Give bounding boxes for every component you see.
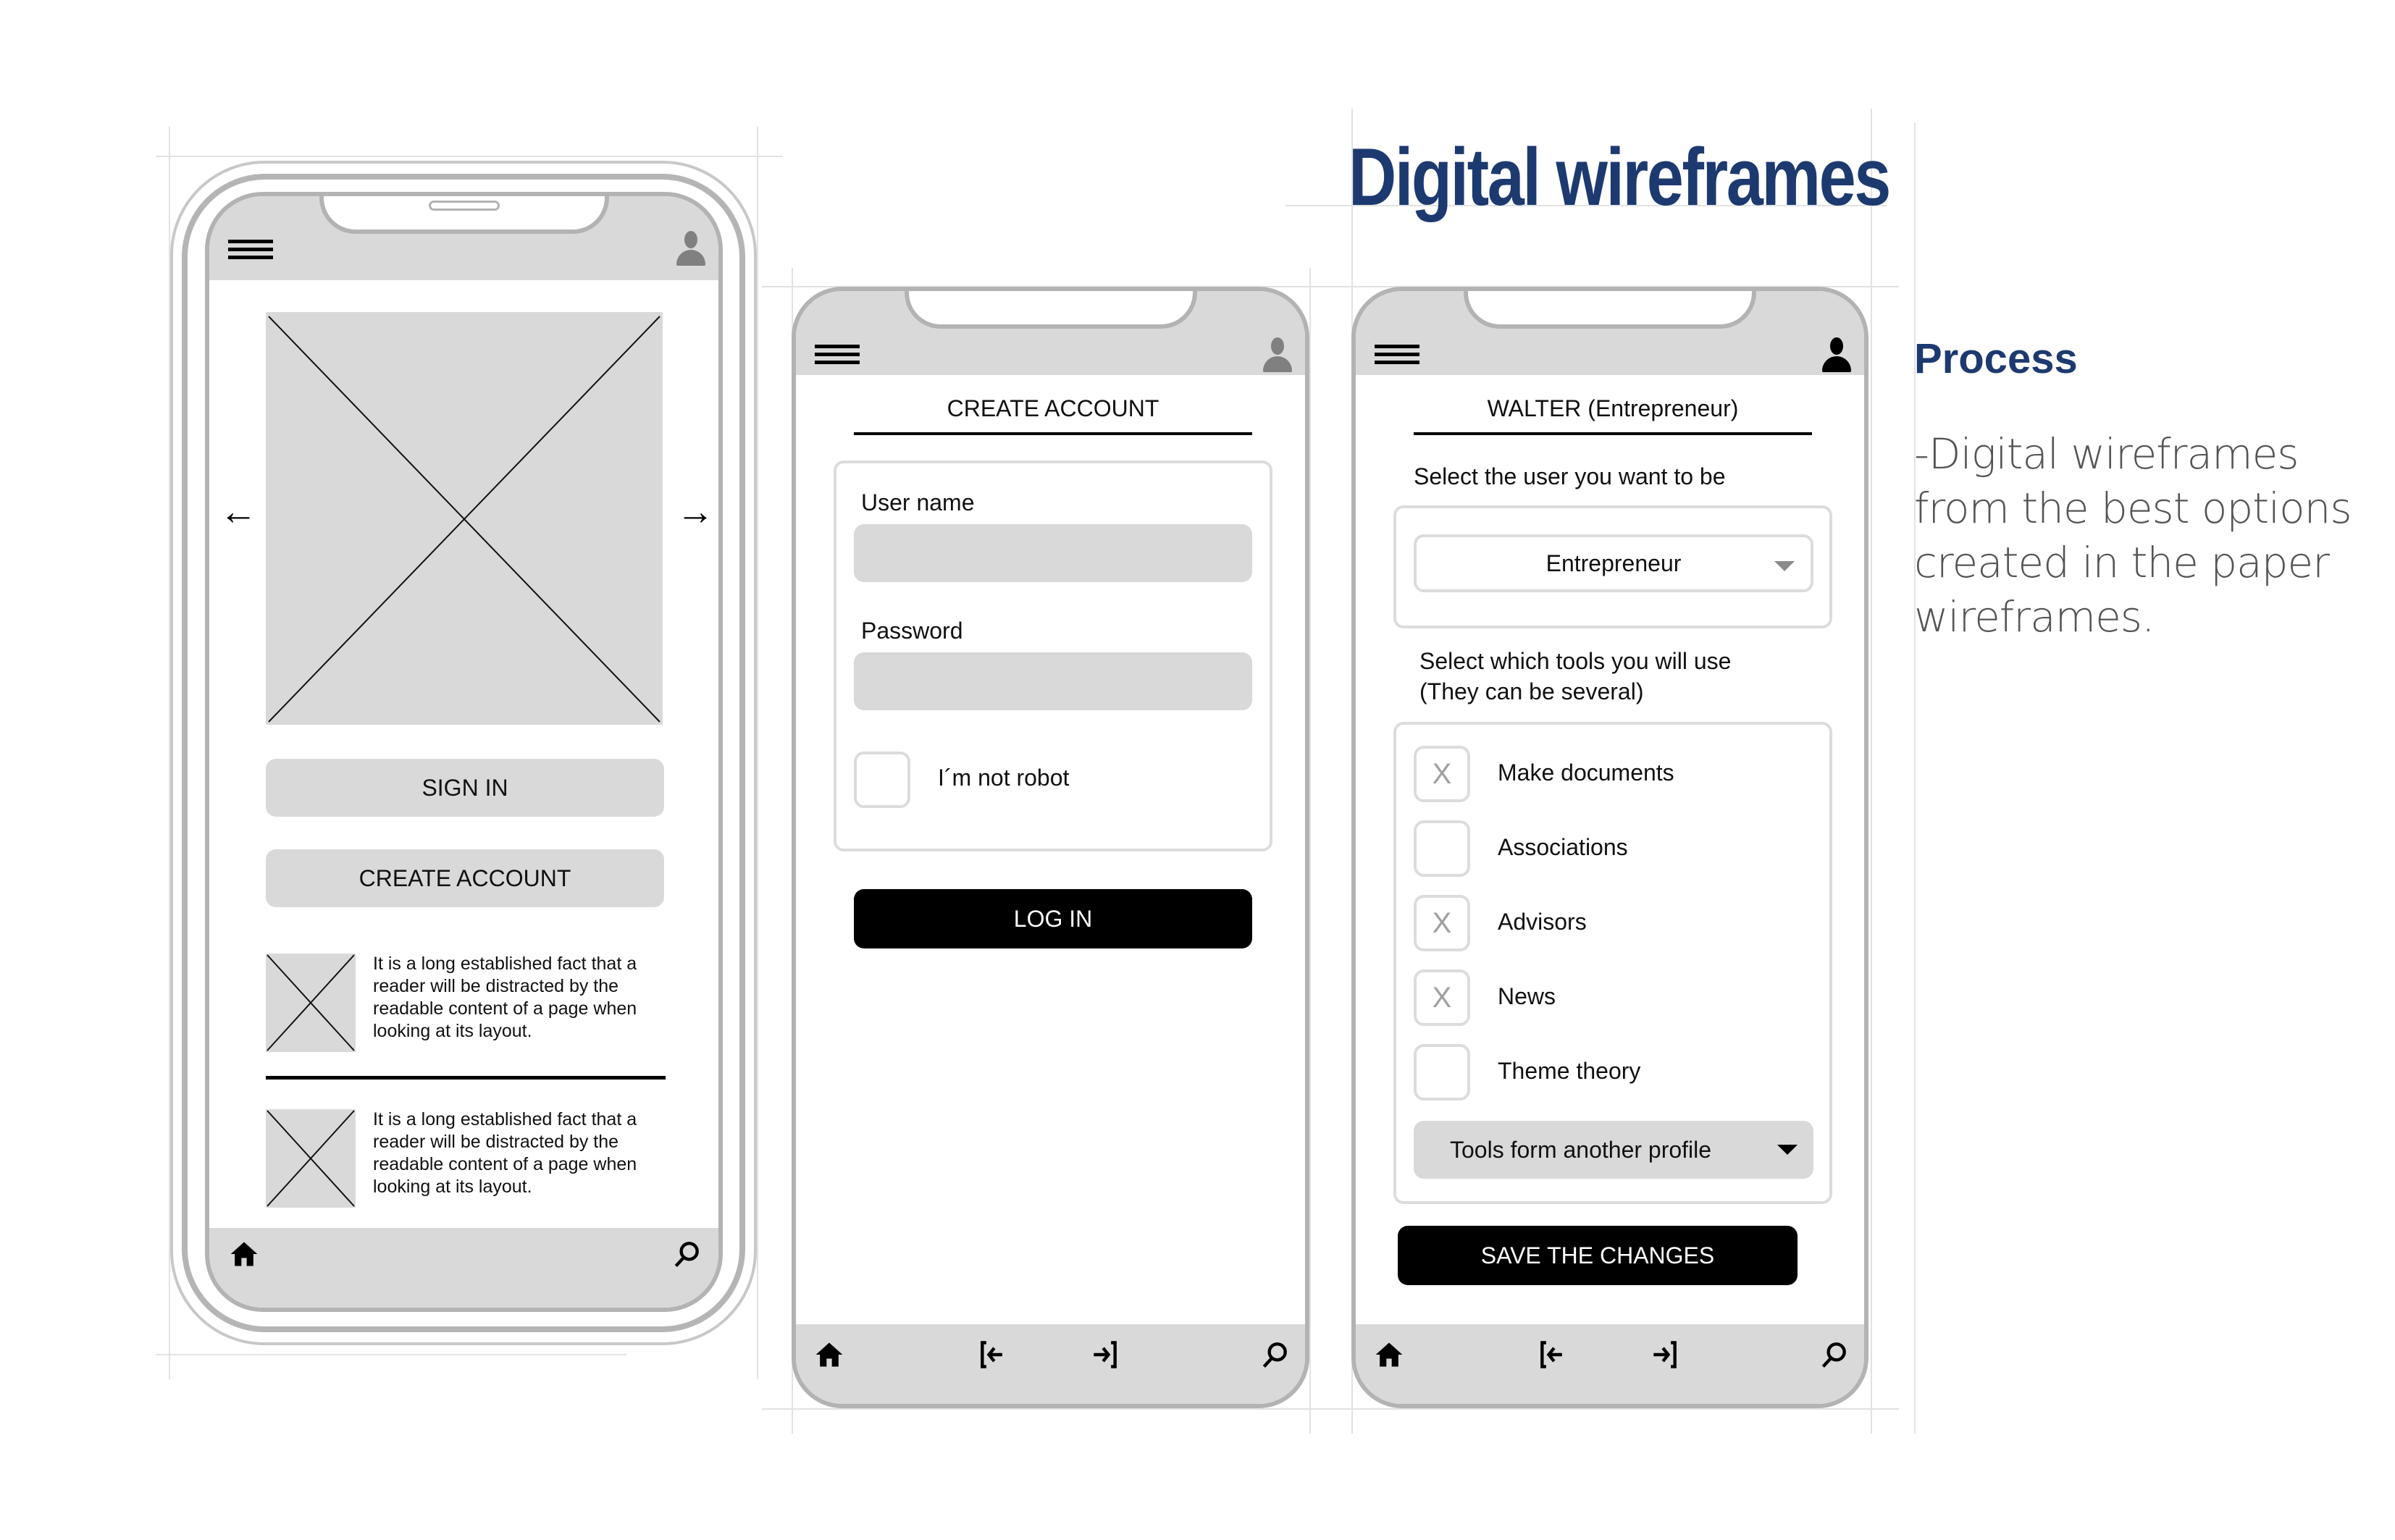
username-label: User name — [861, 489, 975, 516]
username-input[interactable] — [854, 524, 1252, 582]
bottom-bar — [796, 1324, 1305, 1404]
guide-line — [762, 1408, 1899, 1410]
top-bar — [209, 196, 718, 280]
tool-label: Advisors — [1498, 909, 1587, 935]
home-icon[interactable] — [813, 1339, 845, 1371]
top-bar — [1356, 291, 1864, 375]
arrow-right-icon[interactable]: → — [676, 493, 714, 531]
password-label: Password — [861, 618, 963, 644]
page-title: Digital wireframes — [1349, 132, 1891, 222]
other-profile-tools-label: Tools form another profile — [1450, 1136, 1712, 1163]
search-icon[interactable] — [1818, 1339, 1850, 1371]
tools-label-line2: (They can be several) — [1419, 678, 1644, 704]
user-type-select-value: Entrepreneur — [1545, 550, 1682, 576]
user-icon[interactable] — [676, 231, 705, 266]
phone2-screen: CREATE ACCOUNT User name Password I´m no… — [792, 287, 1309, 1408]
heading-underline — [854, 432, 1252, 435]
process-title: Process — [1914, 335, 2078, 382]
guide-line — [1914, 123, 1916, 1434]
other-profile-tools-dropdown[interactable]: Tools form another profile — [1414, 1121, 1813, 1179]
guide-line — [156, 156, 782, 157]
top-bar — [796, 291, 1305, 375]
divider — [266, 1076, 666, 1080]
logout-icon[interactable] — [1537, 1339, 1569, 1371]
arrow-left-icon[interactable]: ← — [219, 493, 257, 531]
tool-checkbox-advisors[interactable]: X — [1414, 895, 1470, 951]
tool-checkbox-make-documents[interactable]: X — [1414, 746, 1470, 802]
phone1-screen: ← → SIGN IN CREATE ACCOUNT It is a long … — [205, 192, 723, 1312]
tool-checkbox-news[interactable]: X — [1414, 969, 1470, 1026]
profile-heading: WALTER (Entrepreneur) — [1487, 395, 1739, 421]
chevron-down-icon — [1774, 561, 1795, 571]
home-icon[interactable] — [228, 1238, 260, 1270]
save-changes-button[interactable]: SAVE THE CHANGES — [1398, 1226, 1798, 1285]
phone-notch — [1464, 291, 1756, 329]
bottom-bar — [1356, 1324, 1864, 1404]
search-icon[interactable] — [671, 1238, 702, 1270]
captcha-label: I´m not robot — [938, 765, 1070, 791]
search-icon[interactable] — [1259, 1339, 1291, 1371]
hamburger-menu-icon[interactable] — [228, 240, 273, 260]
guide-line — [1871, 109, 1872, 1434]
guide-line — [156, 1354, 626, 1355]
tool-label: Theme theory — [1498, 1058, 1641, 1084]
bottom-bar — [209, 1228, 718, 1308]
create-account-button[interactable]: CREATE ACCOUNT — [266, 849, 664, 907]
hamburger-menu-icon[interactable] — [815, 345, 860, 365]
user-type-select[interactable]: Entrepreneur — [1414, 534, 1813, 592]
password-input[interactable] — [854, 652, 1252, 710]
card-text: It is a long established fact that a rea… — [373, 1109, 637, 1197]
card-text: It is a long established fact that a rea… — [373, 954, 637, 1041]
tool-checkbox-theme-theory[interactable] — [1414, 1044, 1470, 1101]
process-description: -Digital wireframes from the best option… — [1914, 429, 2352, 641]
phone3-screen: WALTER (Entrepreneur) Select the user yo… — [1351, 287, 1868, 1408]
speaker-icon — [428, 201, 500, 211]
phone-notch — [904, 291, 1197, 329]
user-icon[interactable] — [1263, 337, 1292, 372]
tools-label: Select which tools you will use (They ca… — [1419, 646, 1731, 707]
heading-underline — [1414, 432, 1812, 435]
card-thumbnail-placeholder — [266, 1109, 356, 1208]
tools-label-line1: Select which tools you will use — [1419, 648, 1732, 674]
tool-label: Make documents — [1498, 760, 1674, 786]
hero-image-placeholder — [266, 312, 663, 725]
login-icon[interactable] — [1089, 1339, 1120, 1371]
logout-icon[interactable] — [977, 1339, 1009, 1371]
captcha-checkbox[interactable] — [854, 752, 910, 808]
select-user-label: Select the user you want to be — [1414, 463, 1726, 489]
sign-in-button[interactable]: SIGN IN — [266, 759, 664, 817]
user-icon[interactable] — [1822, 337, 1851, 372]
card-thumbnail-placeholder — [266, 954, 356, 1052]
guide-line — [1309, 268, 1311, 1434]
phone-notch — [319, 196, 609, 234]
guide-line — [757, 127, 758, 1379]
hamburger-menu-icon[interactable] — [1375, 345, 1419, 365]
tool-label: News — [1498, 983, 1556, 1009]
create-account-heading: CREATE ACCOUNT — [947, 395, 1159, 421]
home-icon[interactable] — [1373, 1339, 1405, 1371]
chevron-down-icon — [1777, 1145, 1798, 1155]
tool-label: Associations — [1498, 834, 1628, 860]
login-icon[interactable] — [1648, 1339, 1680, 1371]
tool-checkbox-associations[interactable] — [1414, 820, 1470, 877]
login-button[interactable]: LOG IN — [854, 889, 1252, 948]
